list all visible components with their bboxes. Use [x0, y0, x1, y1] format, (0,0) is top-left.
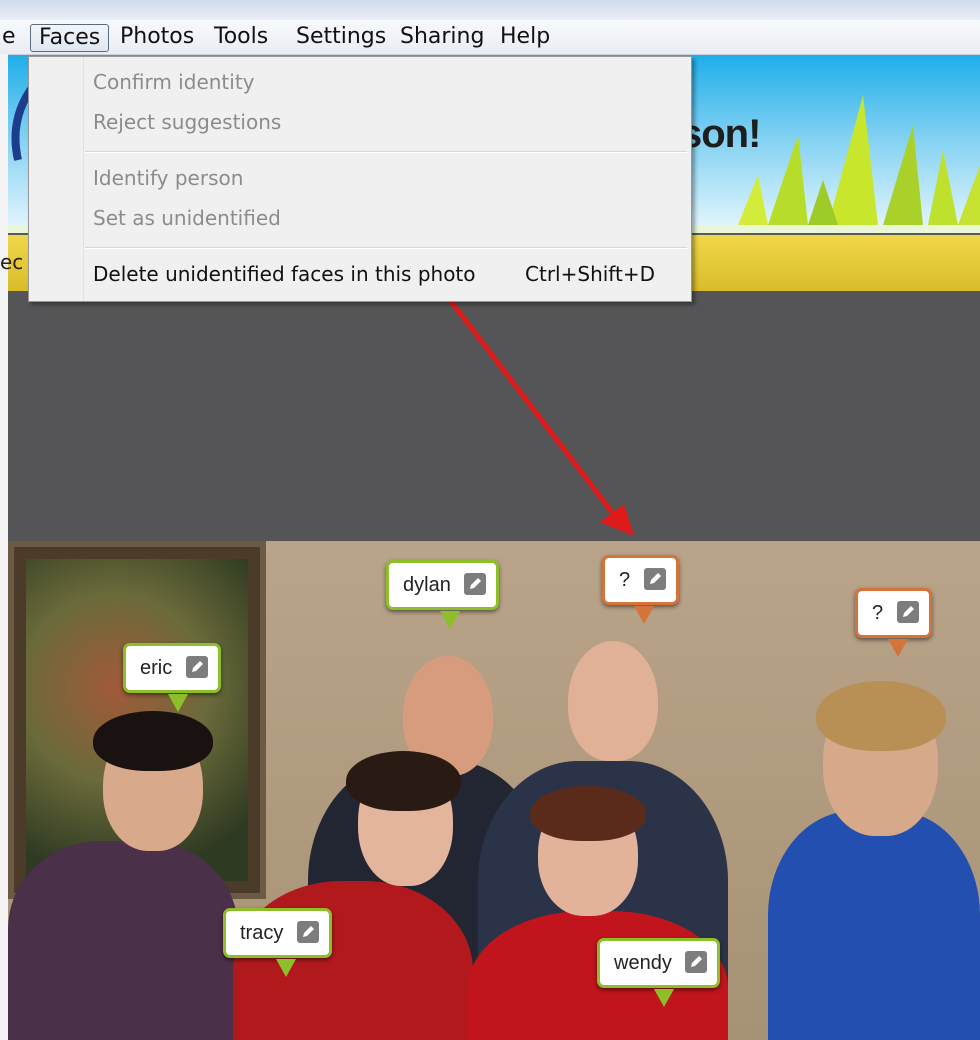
notification-text: ec: [0, 250, 24, 274]
menu-tools[interactable]: Tools: [206, 24, 276, 50]
person-tracy: [233, 881, 473, 1040]
face-unknown-center: [568, 641, 658, 761]
hair-unknown-right: [816, 681, 946, 751]
hair-eric: [93, 711, 213, 771]
face-tag-label: ?: [872, 602, 884, 624]
face-tag-dylan[interactable]: dylan: [386, 560, 500, 610]
face-tag-pointer: [654, 989, 674, 1007]
menu-help[interactable]: Help: [492, 24, 558, 50]
menu-item-delete-unidentified-faces[interactable]: Delete unidentified faces in this photo: [93, 259, 476, 289]
menu-item-reject-suggestions[interactable]: Reject suggestions: [93, 107, 281, 137]
menu-item-confirm-identity[interactable]: Confirm identity: [93, 67, 255, 97]
photo-viewer-background: [8, 291, 980, 541]
face-tag-label: wendy: [614, 952, 672, 974]
left-window-edge: [0, 54, 8, 1040]
pencil-icon[interactable]: [296, 920, 319, 943]
group-photo[interactable]: [8, 541, 980, 1040]
pencil-icon[interactable]: [185, 655, 208, 678]
pencil-icon[interactable]: [464, 572, 487, 595]
menu-sharing[interactable]: Sharing: [392, 24, 492, 50]
face-tag-label: ?: [619, 569, 631, 591]
menu-photos[interactable]: Photos: [112, 24, 202, 50]
pencil-icon[interactable]: [896, 600, 919, 623]
person-unknown-right: [768, 811, 980, 1040]
face-tag-pointer: [168, 694, 188, 712]
face-tag-label: eric: [140, 657, 173, 679]
banner-headline: son!: [680, 112, 761, 156]
face-tag-pointer: [276, 959, 296, 977]
menu-bar: e Faces Photos Tools Settings Sharing He…: [0, 20, 980, 55]
face-tag-label: dylan: [403, 574, 451, 596]
menu-separator: [85, 247, 687, 249]
hair-wendy: [530, 786, 646, 841]
face-tag-pointer: [634, 606, 654, 624]
hair-tracy: [346, 751, 461, 811]
pencil-icon[interactable]: [685, 950, 708, 973]
person-eric: [8, 841, 238, 1040]
menu-shortcut-label: Ctrl+Shift+D: [525, 262, 655, 286]
pencil-icon[interactable]: [643, 567, 666, 590]
menu-item-set-unidentified[interactable]: Set as unidentified: [93, 203, 281, 233]
face-tag-tracy[interactable]: tracy: [223, 908, 332, 958]
face-tag-unidentified-2[interactable]: ?: [855, 588, 932, 638]
menu-separator: [85, 151, 687, 153]
face-tag-pointer: [888, 639, 908, 657]
face-tag-label: tracy: [240, 922, 284, 944]
menu-file[interactable]: e: [0, 24, 24, 50]
face-tag-unidentified-1[interactable]: ?: [602, 555, 679, 605]
menu-icon-gutter: [29, 57, 84, 301]
face-tag-eric[interactable]: eric: [123, 643, 221, 693]
menu-settings[interactable]: Settings: [288, 24, 394, 50]
face-tag-pointer: [440, 611, 460, 629]
window-title-strip: [0, 0, 980, 20]
menu-faces[interactable]: Faces: [30, 24, 110, 52]
faces-dropdown-menu: Confirm identity Reject suggestions Iden…: [28, 56, 692, 302]
menu-item-identify-person[interactable]: Identify person: [93, 163, 243, 193]
face-tag-wendy[interactable]: wendy: [597, 938, 721, 988]
